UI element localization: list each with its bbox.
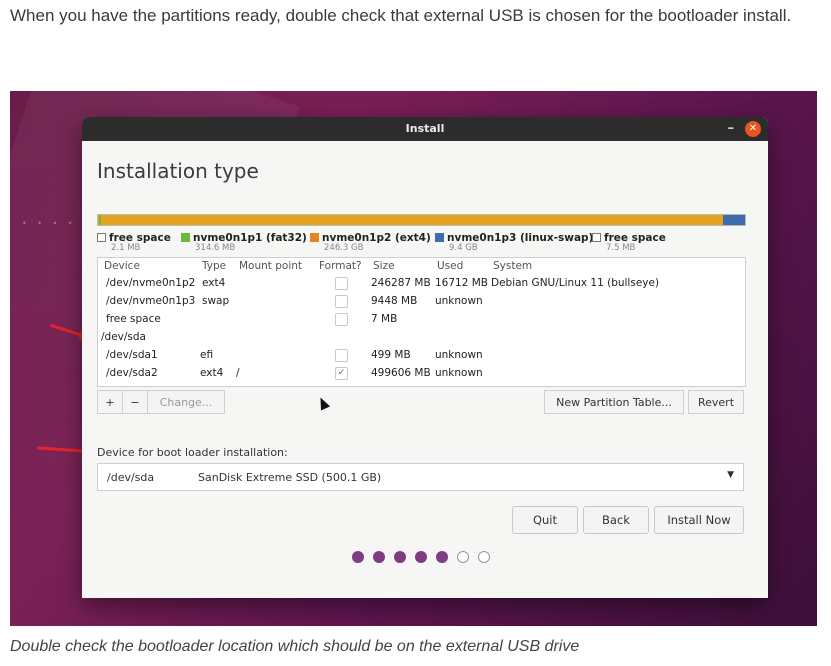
cell-device: /dev/nvme0n1p2	[106, 277, 196, 289]
format-checkbox[interactable]	[335, 295, 348, 308]
column-header-type[interactable]: Type	[202, 260, 226, 272]
column-header-format[interactable]: Format?	[319, 260, 362, 272]
cell-size: 499606 MB	[371, 367, 431, 379]
legend-size: 246.3 GB	[324, 243, 364, 253]
revert-button[interactable]: Revert	[688, 390, 744, 414]
cell-type: efi	[200, 349, 214, 361]
bootloader-device: /dev/sda	[107, 471, 155, 484]
column-header-system[interactable]: System	[493, 260, 532, 272]
cell-used: unknown	[435, 367, 483, 379]
cell-system: Debian GNU/Linux 11 (bullseye)	[491, 277, 660, 289]
new-partition-table-button[interactable]: New Partition Table...	[544, 390, 684, 414]
back-button[interactable]: Back	[583, 506, 649, 534]
progress-dot	[415, 551, 427, 563]
partition-bar-swap-segment	[723, 215, 745, 225]
legend-size: 9.4 GB	[449, 243, 478, 253]
progress-dot	[352, 551, 364, 563]
cell-mount: /	[236, 367, 240, 379]
partition-table: Device Type Mount point Format? Size Use…	[97, 257, 746, 387]
arrow-to-bootloader-icon	[36, 446, 86, 453]
image-caption: Double check the bootloader location whi…	[10, 638, 580, 655]
partition-bar-fat32-segment	[99, 215, 101, 225]
column-header-used[interactable]: Used	[437, 260, 463, 272]
progress-dot	[394, 551, 406, 563]
format-checkbox[interactable]	[335, 313, 348, 326]
quit-button[interactable]: Quit	[512, 506, 578, 534]
window-title: Install	[405, 122, 445, 135]
cell-size: 7 MB	[371, 313, 398, 325]
table-row[interactable]: /dev/nvme0n1p2 ext4 246287 MB 16712 MB D…	[98, 275, 745, 293]
progress-dot	[457, 551, 469, 563]
installer-window: Install – ✕ Installation type free space…	[82, 117, 768, 598]
cell-size: 499 MB	[371, 349, 411, 361]
legend-swatch	[97, 233, 106, 242]
close-icon[interactable]: ✕	[745, 121, 761, 137]
add-partition-button[interactable]: +	[97, 390, 123, 414]
column-header-device[interactable]: Device	[104, 260, 140, 272]
minimize-icon[interactable]: –	[728, 117, 735, 141]
bootloader-device-select[interactable]: /dev/sda SanDisk Extreme SSD (500.1 GB) …	[97, 463, 744, 491]
column-header-mount[interactable]: Mount point	[239, 260, 302, 272]
cell-device: /dev/nvme0n1p3	[106, 295, 196, 307]
legend-swatch	[592, 233, 601, 242]
table-header: Device Type Mount point Format? Size Use…	[98, 258, 745, 274]
cell-device: /dev/sda1	[106, 349, 158, 361]
arrow-to-sda-row-icon	[50, 323, 84, 338]
legend-swatch	[310, 233, 319, 242]
chevron-down-icon: ▼	[727, 470, 734, 480]
legend-item: free space 7.5 MB	[592, 231, 666, 253]
legend-swatch	[435, 233, 444, 242]
table-row[interactable]: /dev/nvme0n1p3 swap 9448 MB unknown	[98, 293, 745, 311]
install-now-button[interactable]: Install Now	[654, 506, 744, 534]
remove-partition-button[interactable]: −	[122, 390, 148, 414]
cell-type: ext4	[200, 367, 224, 379]
progress-dot	[436, 551, 448, 563]
cell-device: /dev/sda2	[106, 367, 158, 379]
legend-item: free space 2.1 MB	[97, 231, 171, 253]
table-row[interactable]: /dev/sda	[98, 329, 745, 347]
change-partition-button[interactable]: Change...	[147, 390, 225, 414]
cell-device: free space	[106, 313, 161, 325]
legend-swatch	[181, 233, 190, 242]
bootloader-description: SanDisk Extreme SSD (500.1 GB)	[198, 471, 382, 484]
cell-device: /dev/sda	[101, 331, 146, 343]
cell-used: unknown	[435, 349, 483, 361]
legend-size: 2.1 MB	[111, 243, 141, 253]
table-row[interactable]: free space 7 MB	[98, 311, 745, 329]
cell-size: 246287 MB	[371, 277, 431, 289]
progress-dot	[478, 551, 490, 563]
legend-item: nvme0n1p3 (linux-swap) 9.4 GB	[435, 231, 593, 253]
legend-size: 314.6 MB	[195, 243, 236, 253]
table-row[interactable]: /dev/sda1 efi 499 MB unknown	[98, 347, 745, 365]
partition-bar	[97, 214, 746, 226]
cell-used: 16712 MB	[435, 277, 489, 289]
legend-item: nvme0n1p1 (fat32) 314.6 MB	[181, 231, 307, 253]
page-title: Installation type	[97, 159, 259, 183]
installer-screenshot: • • • • • Install – ✕ Installation type …	[10, 91, 817, 626]
legend-item: nvme0n1p2 (ext4) 246.3 GB	[310, 231, 431, 253]
cell-type: ext4	[202, 277, 226, 289]
progress-dot	[373, 551, 385, 563]
format-checkbox-checked[interactable]: ✓	[335, 367, 348, 380]
bootloader-label: Device for boot loader installation:	[97, 446, 288, 459]
format-checkbox[interactable]	[335, 277, 348, 290]
mouse-cursor-icon	[315, 395, 331, 411]
partition-legend: free space 2.1 MB nvme0n1p1 (fat32) 314.…	[97, 231, 757, 255]
cell-type: swap	[202, 295, 230, 307]
window-titlebar: Install – ✕	[82, 117, 768, 141]
intro-paragraph: When you have the partitions ready, doub…	[10, 6, 792, 25]
format-checkbox[interactable]	[335, 349, 348, 362]
column-header-size[interactable]: Size	[373, 260, 395, 272]
cell-used: unknown	[435, 295, 483, 307]
cell-size: 9448 MB	[371, 295, 418, 307]
table-row[interactable]: /dev/sda2 ext4 / ✓ 499606 MB unknown	[98, 365, 745, 383]
legend-size: 7.5 MB	[606, 243, 636, 253]
